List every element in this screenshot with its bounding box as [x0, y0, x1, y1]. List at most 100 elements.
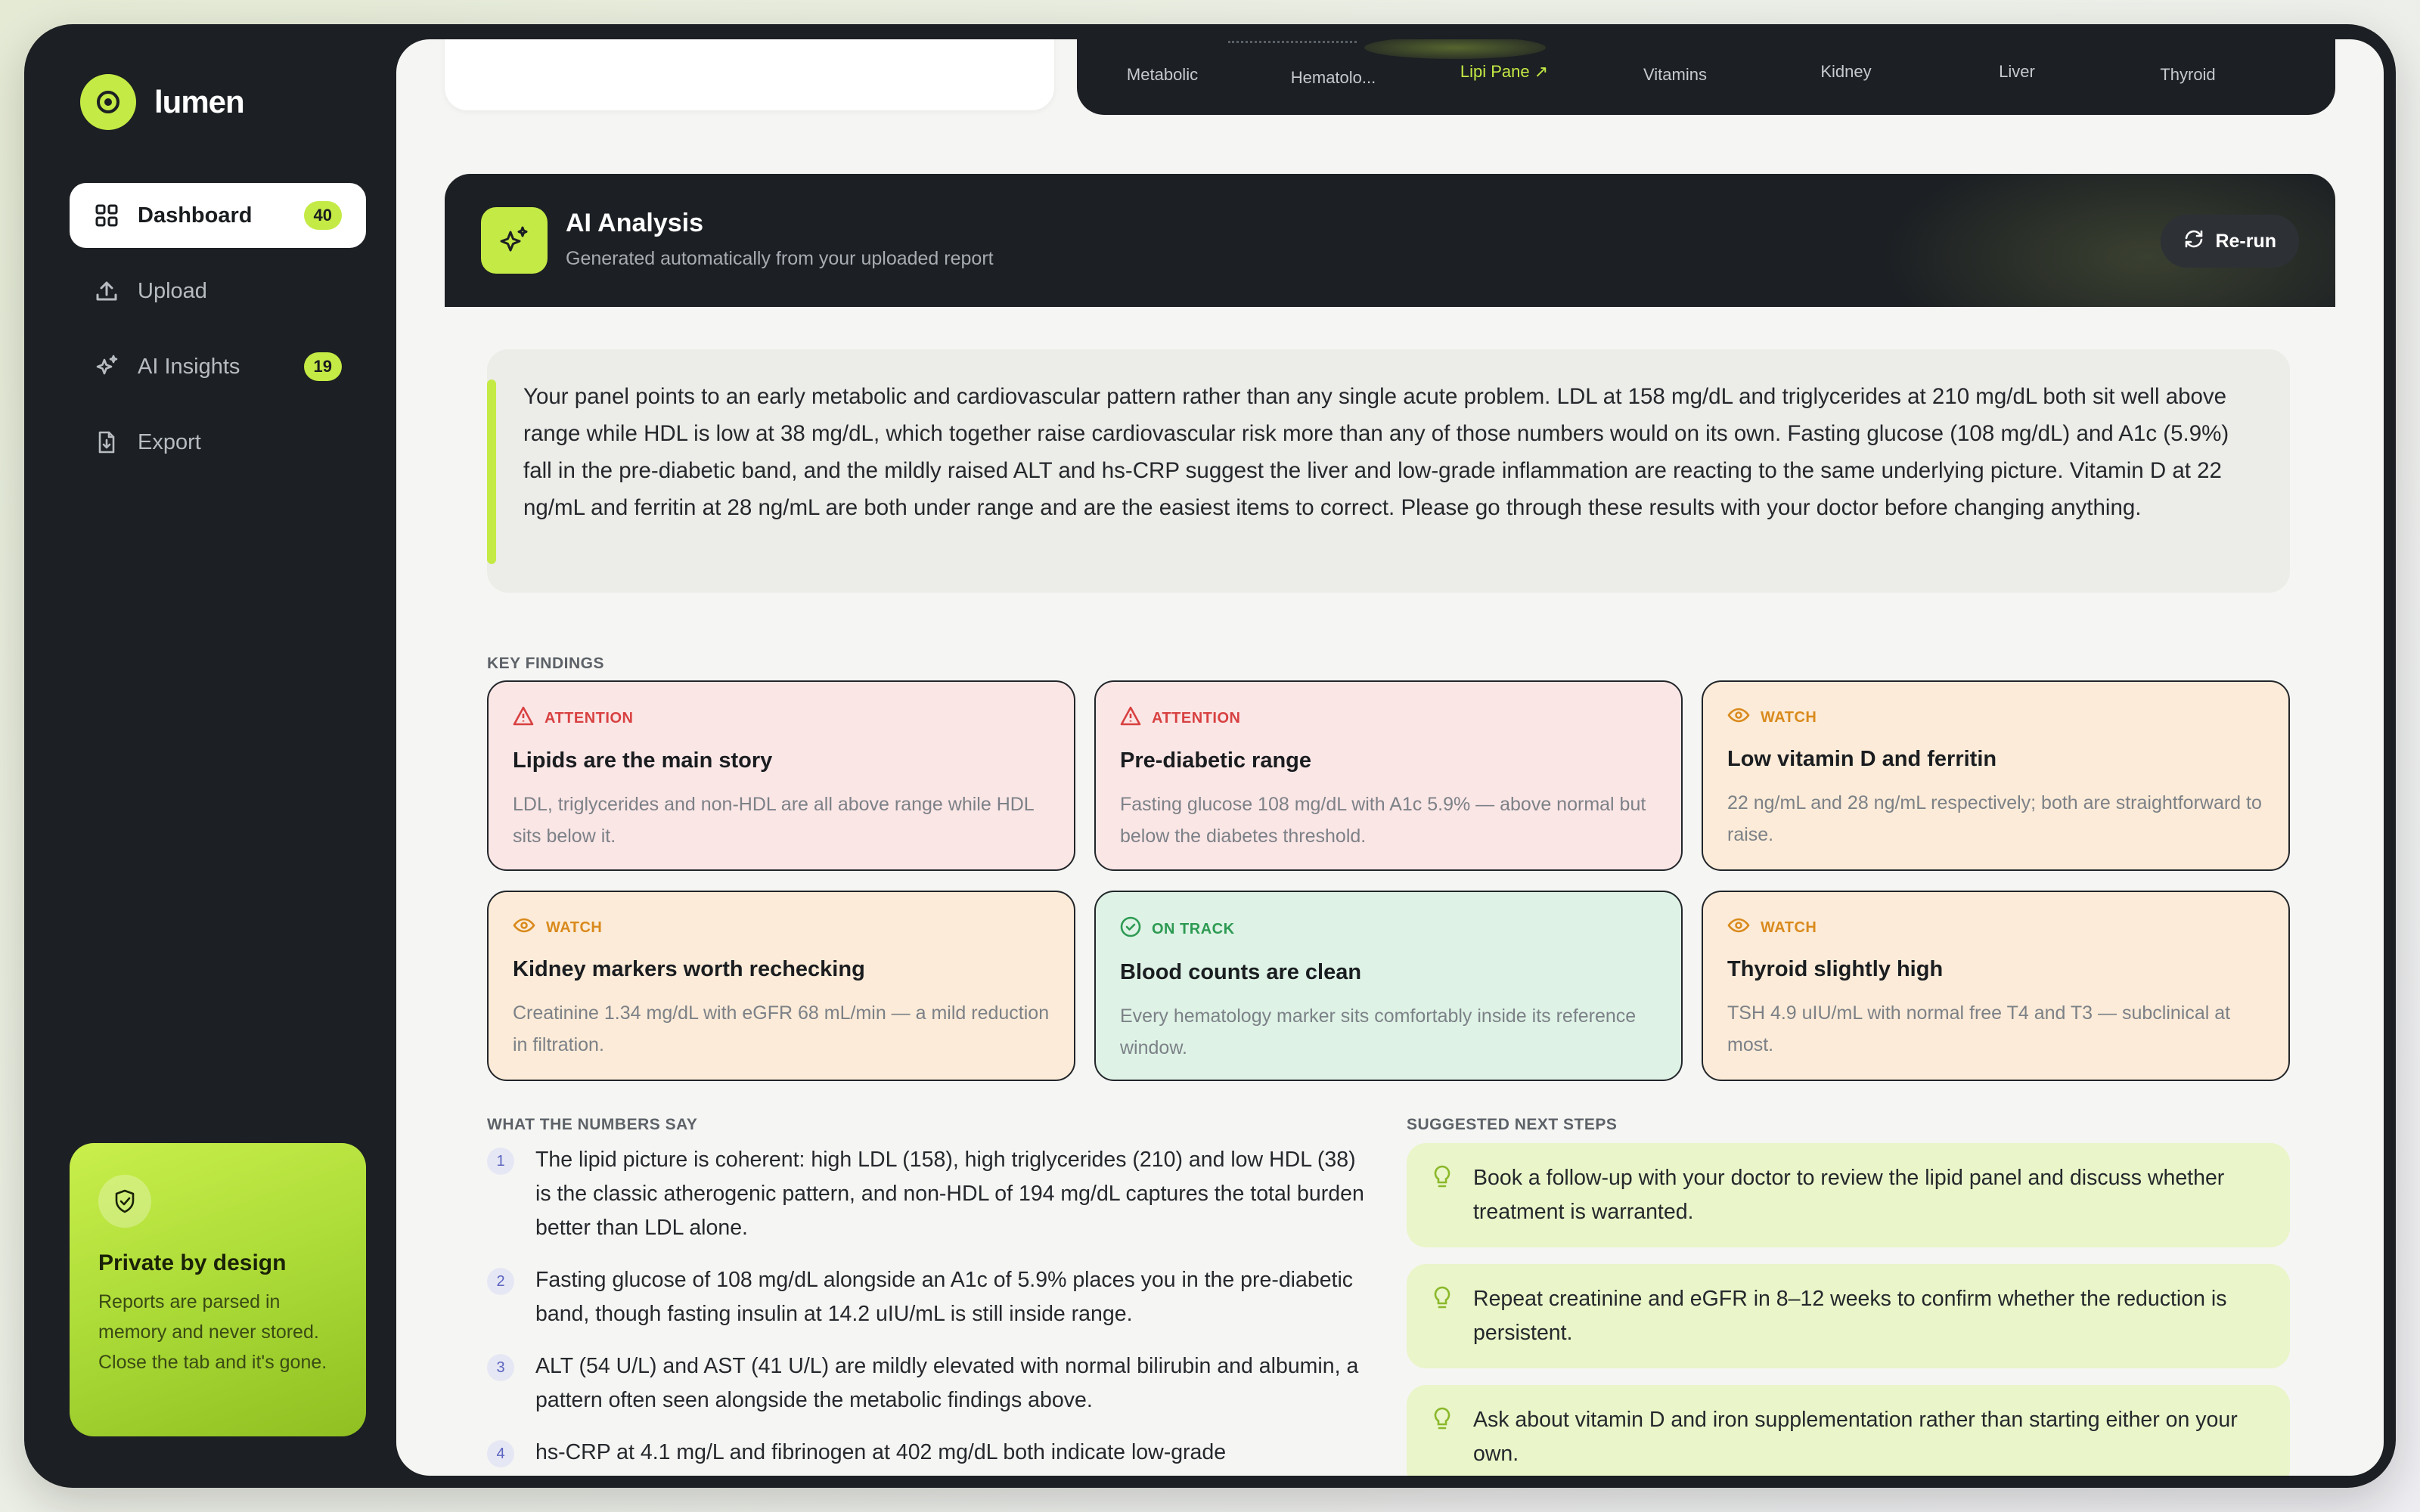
sidebar-item-dashboard[interactable]: Dashboard 40: [70, 183, 366, 248]
panel-tabs: Metabolic Hematolo... Lipi Pane ↗ Vitami…: [1077, 39, 2335, 115]
sidebar-item-label: Dashboard: [138, 203, 253, 228]
finding-title: Thyroid slightly high: [1727, 957, 1944, 981]
next-steps-list: Book a follow-up with your doctor to rev…: [1407, 1143, 2290, 1476]
app-window: lumen Dashboard 40 Upload AI Insights 19…: [24, 24, 2396, 1488]
finding-text: TSH 4.9 uIU/mL with normal free T4 and T…: [1727, 1002, 2231, 1055]
shield-icon: [98, 1175, 151, 1228]
finding-text: Every hematology marker sits comfortably…: [1120, 1005, 1637, 1058]
logo[interactable]: lumen: [80, 74, 245, 130]
lightbulb-icon: [1432, 1406, 1452, 1442]
tab-thyroid[interactable]: Thyroid: [2102, 65, 2273, 85]
tab-kidney[interactable]: Kidney: [1761, 62, 1931, 82]
ai-analysis-header: AI Analysis Generated automatically from…: [445, 174, 2335, 307]
grid-icon: [94, 203, 119, 228]
list-item: 3 ALT (54 U/L) and AST (41 U/L) are mild…: [487, 1349, 1364, 1418]
sidebar-item-export[interactable]: Export: [70, 410, 366, 475]
tab-liver[interactable]: Liver: [1931, 62, 2102, 82]
next-steps-label: SUGGESTED NEXT STEPS: [1407, 1116, 1618, 1133]
sidebar-item-label: Export: [138, 429, 201, 454]
finding-card[interactable]: WATCH Kidney markers worth rechecking Cr…: [487, 891, 1075, 1081]
next-step-item: Book a follow-up with your doctor to rev…: [1407, 1143, 2290, 1247]
analysis-title: AI Analysis: [566, 209, 704, 237]
numbers-say-label: WHAT THE NUMBERS SAY: [487, 1116, 698, 1133]
tab-vitamins[interactable]: Vitamins: [1590, 65, 1761, 85]
next-step-item: Repeat creatinine and eGFR in 8–12 weeks…: [1407, 1264, 2290, 1368]
next-step-text: Repeat creatinine and eGFR in 8–12 weeks…: [1473, 1287, 2227, 1345]
list-item: 2 Fasting glucose of 108 mg/dL alongside…: [487, 1263, 1364, 1331]
main-panel: Metabolic Hematolo... Lipi Pane ↗ Vitami…: [396, 39, 2384, 1476]
sidebar-item-upload[interactable]: Upload: [70, 259, 366, 324]
lightbulb-icon: [1432, 1164, 1452, 1201]
lightbulb-icon: [1432, 1285, 1452, 1321]
finding-status: ON TRACK: [1152, 920, 1235, 937]
list-index: 4: [487, 1440, 514, 1467]
privacy-card: Private by design Reports are parsed in …: [70, 1143, 366, 1436]
finding-title: Pre-diabetic range: [1120, 748, 1312, 773]
sidebar-item-label: AI Insights: [138, 354, 240, 379]
finding-card[interactable]: ON TRACK Blood counts are clean Every he…: [1094, 891, 1683, 1081]
count-badge: 19: [303, 352, 342, 381]
list-text: hs-CRP at 4.1 mg/L and fibrinogen at 402…: [535, 1440, 1227, 1464]
logo-icon: [80, 74, 136, 130]
sparkle-icon: [481, 207, 548, 274]
sidebar-item-label: Upload: [138, 278, 207, 303]
finding-text: LDL, triglycerides and non-HDL are all a…: [513, 794, 1034, 847]
privacy-text: Reports are parsed in memory and never s…: [98, 1291, 327, 1373]
sidebar-nav: Dashboard 40 Upload AI Insights 19 Expor…: [70, 183, 366, 485]
privacy-title: Private by design: [98, 1250, 287, 1275]
alert-triangle-icon: [513, 706, 534, 730]
analysis-subtitle: Generated automatically from your upload…: [566, 248, 994, 269]
list-text: ALT (54 U/L) and AST (41 U/L) are mildly…: [535, 1354, 1359, 1412]
finding-status: ATTENTION: [544, 709, 634, 727]
numbers-list: 1 The lipid picture is coherent: high LD…: [487, 1143, 1364, 1476]
upload-icon: [94, 278, 119, 304]
finding-text: Creatinine 1.34 mg/dL with eGFR 68 mL/mi…: [513, 1002, 1050, 1055]
file-export-icon: [94, 429, 119, 455]
sidebar: lumen Dashboard 40 Upload AI Insights 19…: [24, 24, 396, 1488]
finding-card[interactable]: WATCH Thyroid slightly high TSH 4.9 uIU/…: [1702, 891, 2290, 1081]
list-index: 1: [487, 1148, 514, 1175]
finding-text: 22 ng/mL and 28 ng/mL respectively; both…: [1727, 792, 2262, 845]
finding-card[interactable]: ATTENTION Lipids are the main story LDL,…: [487, 680, 1075, 871]
analysis-summary: Your panel points to an early metabolic …: [487, 349, 2290, 593]
summary-text: Your panel points to an early metabolic …: [523, 384, 2229, 520]
eye-icon: [513, 916, 535, 939]
eye-icon: [1727, 706, 1750, 729]
list-item: 4 hs-CRP at 4.1 mg/L and fibrinogen at 4…: [487, 1436, 1364, 1470]
sparkle-icon: [94, 354, 119, 380]
finding-status: WATCH: [1761, 919, 1817, 936]
eye-icon: [1727, 916, 1750, 939]
tab-divider: [1228, 41, 1357, 43]
list-index: 2: [487, 1268, 514, 1295]
rerun-label: Re-run: [2215, 230, 2276, 252]
sidebar-item-ai-insights[interactable]: AI Insights 19: [70, 334, 366, 399]
finding-title: Kidney markers worth rechecking: [513, 957, 865, 981]
alert-triangle-icon: [1120, 706, 1141, 730]
active-tab-glow: [1364, 39, 1546, 59]
finding-card[interactable]: WATCH Low vitamin D and ferritin 22 ng/m…: [1702, 680, 2290, 871]
check-circle-icon: [1120, 916, 1141, 942]
finding-status: WATCH: [546, 919, 603, 936]
app-name: lumen: [154, 84, 245, 119]
summary-card-partial: [445, 39, 1054, 110]
rerun-button[interactable]: Re-run: [2161, 215, 2299, 268]
list-item: 1 The lipid picture is coherent: high LD…: [487, 1143, 1364, 1245]
count-badge: 40: [303, 201, 342, 230]
tab-metabolic[interactable]: Metabolic: [1077, 65, 1248, 85]
tab-hematology[interactable]: Hematolo...: [1248, 68, 1419, 88]
next-step-text: Book a follow-up with your doctor to rev…: [1473, 1166, 2225, 1224]
key-findings-label: KEY FINDINGS: [487, 655, 604, 672]
summary-accent-bar: [487, 380, 496, 564]
finding-title: Blood counts are clean: [1120, 960, 1362, 984]
list-text: Fasting glucose of 108 mg/dL alongside a…: [535, 1268, 1354, 1326]
finding-card[interactable]: ATTENTION Pre-diabetic range Fasting glu…: [1094, 680, 1683, 871]
list-text: The lipid picture is coherent: high LDL …: [535, 1148, 1364, 1240]
finding-status: WATCH: [1761, 708, 1817, 726]
list-index: 3: [487, 1354, 514, 1381]
refresh-icon: [2183, 228, 2204, 255]
tab-lipid-panel[interactable]: Lipi Pane ↗: [1419, 62, 1590, 82]
finding-title: Lipids are the main story: [513, 748, 773, 773]
next-step-text: Ask about vitamin D and iron supplementa…: [1473, 1408, 2238, 1466]
finding-status: ATTENTION: [1152, 709, 1241, 727]
finding-text: Fasting glucose 108 mg/dL with A1c 5.9% …: [1120, 794, 1646, 847]
